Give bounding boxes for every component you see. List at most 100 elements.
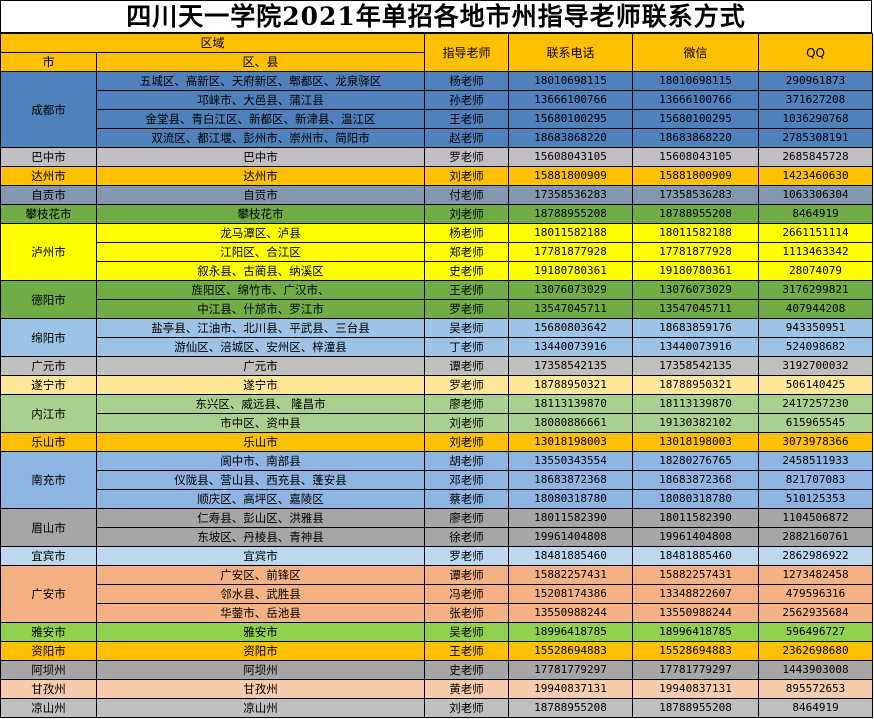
wechat-cell: 13018198003 bbox=[632, 432, 760, 452]
district-cell: 雅安市 bbox=[95, 622, 426, 642]
qq-cell: 1273482458 bbox=[758, 565, 874, 585]
table-row: 江阳区、合江区 郑老师 17781877928 17781877928 11134633… bbox=[0, 242, 874, 262]
qq-cell: 1063306304 bbox=[758, 185, 874, 205]
wechat-cell: 18011582188 bbox=[632, 223, 760, 243]
wechat-cell: 18996418785 bbox=[632, 622, 760, 642]
phone-cell: 15680100295 bbox=[508, 109, 634, 129]
table-row: 广元市 广元市 谭老师 17358542135 17358542135 319270003… bbox=[0, 356, 874, 376]
table-row: 宜宾市 宜宾市 罗老师 18481885460 18481885460 286298692… bbox=[0, 546, 874, 566]
wechat-cell: 17781779297 bbox=[632, 660, 760, 680]
city-cell: 绵阳市 bbox=[0, 318, 97, 357]
wechat-cell: 18788955208 bbox=[632, 698, 760, 718]
city-cell: 乐山市 bbox=[0, 432, 97, 452]
phone-cell: 15208174386 bbox=[508, 584, 634, 604]
city-cell: 广安市 bbox=[0, 565, 97, 623]
qq-cell: 2417257230 bbox=[758, 394, 874, 414]
district-cell: 邻水县、武胜县 bbox=[95, 584, 426, 604]
city-cell: 达州市 bbox=[0, 166, 97, 186]
teacher-cell: 罗老师 bbox=[424, 375, 510, 395]
city-cell: 巴中市 bbox=[0, 147, 97, 167]
phone-cell: 15680803642 bbox=[508, 318, 634, 338]
qq-cell: 1443903008 bbox=[758, 660, 874, 680]
district-cell: 金堂县、青白江区、新都区、新津县、温江区 bbox=[95, 109, 426, 129]
teacher-cell: 胡老师 bbox=[424, 451, 510, 471]
district-cell: 双流区、都江堰、彭州市、崇州市、简阳市 bbox=[95, 128, 426, 148]
table-row: 叙永县、古蔺县、纳溪区 史老师 19180780361 19180780361 2807… bbox=[0, 261, 874, 281]
phone-cell: 18788955208 bbox=[508, 204, 634, 224]
district-cell: 攀枝花市 bbox=[95, 204, 426, 224]
phone-cell: 17781779297 bbox=[508, 660, 634, 680]
phone-cell: 18080886661 bbox=[508, 413, 634, 433]
teacher-cell: 罗老师 bbox=[424, 299, 510, 319]
wechat-cell: 15881800909 bbox=[632, 166, 760, 186]
district-cell: 资阳市 bbox=[95, 641, 426, 661]
table-row: 邛崃市、大邑县、蒲江县 孙老师 13666100766 13666100766 3716… bbox=[0, 90, 874, 110]
phone-cell: 18996418785 bbox=[508, 622, 634, 642]
wechat-cell: 15882257431 bbox=[632, 565, 760, 585]
district-cell: 自贡市 bbox=[95, 185, 426, 205]
qq-cell: 615965545 bbox=[758, 413, 874, 433]
phone-cell: 13076073029 bbox=[508, 280, 634, 300]
table-row: 雅安市 雅安市 吴老师 18996418785 18996418785 596496727 bbox=[0, 622, 874, 642]
district-cell: 五城区、高新区、天府新区、郫都区、龙泉驿区 bbox=[95, 71, 426, 91]
table-row: 市中区、资中县 刘老师 18080886661 19130382102 61596554… bbox=[0, 413, 874, 433]
phone-cell: 13550343554 bbox=[508, 451, 634, 471]
qq-cell: 2882160761 bbox=[758, 527, 874, 547]
page-title: 四川天一学院2021年单招各地市州指导老师联系方式 bbox=[0, 0, 872, 33]
phone-header: 联系电话 bbox=[508, 33, 634, 72]
phone-cell: 15608043105 bbox=[508, 147, 634, 167]
wechat-cell: 18011582390 bbox=[632, 508, 760, 528]
wechat-cell: 13666100766 bbox=[632, 90, 760, 110]
city-cell: 泸州市 bbox=[0, 223, 97, 281]
table-row: 东坡区、丹棱县、青神县 徐老师 19961404808 19961404808 2882… bbox=[0, 527, 874, 547]
region-header: 区域 bbox=[0, 33, 426, 53]
header-row: 区域 指导老师 联系电话 微信 QQ bbox=[0, 33, 874, 72]
district-cell: 阿坝州 bbox=[95, 660, 426, 680]
teacher-cell: 冯老师 bbox=[424, 584, 510, 604]
wechat-header: 微信 bbox=[632, 33, 760, 72]
table-row: 仪陇县、营山县、西充县、蓬安县 邓老师 18683872368 18683872368… bbox=[0, 470, 874, 490]
city-cell: 自贡市 bbox=[0, 185, 97, 205]
wechat-cell: 19130382102 bbox=[632, 413, 760, 433]
teacher-cell: 刘老师 bbox=[424, 413, 510, 433]
phone-cell: 13018198003 bbox=[508, 432, 634, 452]
phone-cell: 18011582390 bbox=[508, 508, 634, 528]
table-row: 自贡市 自贡市 付老师 17358536283 17358536283 106330630… bbox=[0, 185, 874, 205]
teacher-cell: 孙老师 bbox=[424, 90, 510, 110]
teacher-cell: 史老师 bbox=[424, 261, 510, 281]
qq-cell: 596496727 bbox=[758, 622, 874, 642]
district-cell: 巴中市 bbox=[95, 147, 426, 167]
wechat-cell: 18683872368 bbox=[632, 470, 760, 490]
district-cell: 广安区、前锋区 bbox=[95, 565, 426, 585]
wechat-cell: 15528694883 bbox=[632, 641, 760, 661]
phone-cell: 18683868220 bbox=[508, 128, 634, 148]
phone-cell: 17358536283 bbox=[508, 185, 634, 205]
wechat-cell: 13348822607 bbox=[632, 584, 760, 604]
qq-cell: 1036290768 bbox=[758, 109, 874, 129]
table-row: 泸州市 龙马潭区、泸县 杨老师 18011582188 18011582188 26611… bbox=[0, 223, 874, 281]
wechat-cell: 19940837131 bbox=[632, 679, 760, 699]
phone-cell: 18011582188 bbox=[508, 223, 634, 243]
qq-cell: 1113463342 bbox=[758, 242, 874, 262]
teacher-cell: 王老师 bbox=[424, 109, 510, 129]
qq-cell: 28074079 bbox=[758, 261, 874, 281]
table-row: 甘孜州 甘孜州 黄老师 19940837131 19940837131 895572653 bbox=[0, 679, 874, 699]
wechat-cell: 18080318780 bbox=[632, 489, 760, 509]
wechat-cell: 18683859176 bbox=[632, 318, 760, 338]
wechat-cell: 15608043105 bbox=[632, 147, 760, 167]
teacher-cell: 郑老师 bbox=[424, 242, 510, 262]
table-row: 金堂县、青白江区、新都区、新津县、温江区 王老师 15680100295 156801… bbox=[0, 109, 874, 129]
wechat-cell: 17358536283 bbox=[632, 185, 760, 205]
teacher-cell: 丁老师 bbox=[424, 337, 510, 357]
qq-cell: 2862986922 bbox=[758, 546, 874, 566]
table-row: 游仙区、涪城区、安州区、梓潼县 丁老师 13440073916 13440073916… bbox=[0, 337, 874, 357]
city-cell: 凉山州 bbox=[0, 698, 97, 718]
wechat-cell: 13550988244 bbox=[632, 603, 760, 623]
qq-cell: 3176299821 bbox=[758, 280, 874, 300]
phone-cell: 15528694883 bbox=[508, 641, 634, 661]
wechat-cell: 18481885460 bbox=[632, 546, 760, 566]
qq-cell: 943350951 bbox=[758, 318, 874, 338]
teacher-cell: 黄老师 bbox=[424, 679, 510, 699]
teacher-cell: 廖老师 bbox=[424, 508, 510, 528]
teacher-cell: 邓老师 bbox=[424, 470, 510, 490]
